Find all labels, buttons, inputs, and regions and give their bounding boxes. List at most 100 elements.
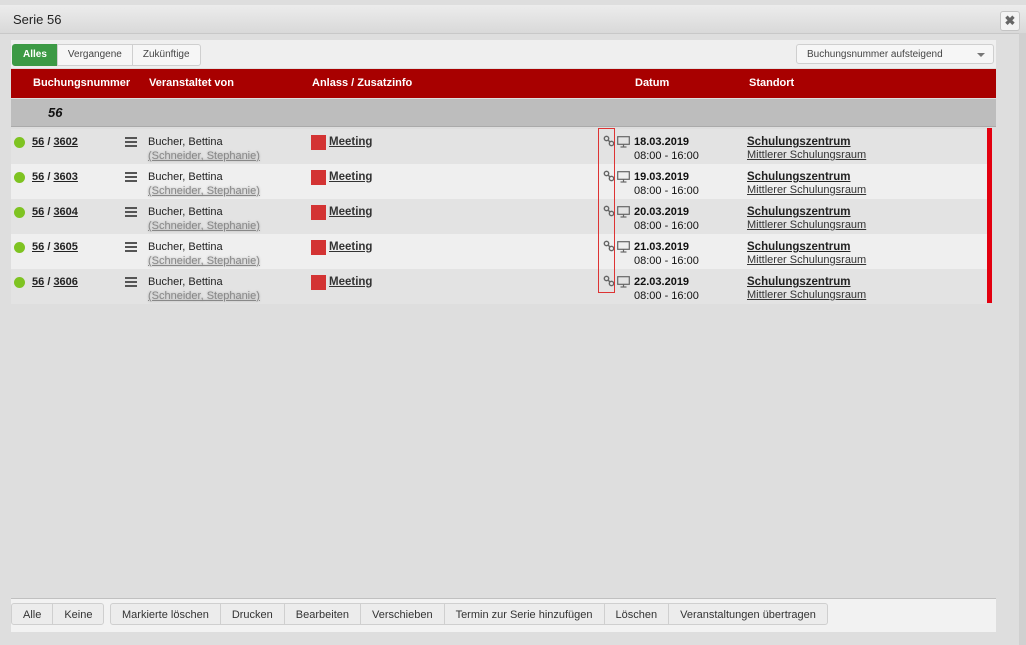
event-date: 19.03.2019 [634,171,690,183]
organizer-substitute[interactable]: (Schneider, Stephanie) [148,290,260,302]
occasion-link[interactable]: Meeting [329,206,372,218]
location-cell: Schulungszentrum Mittlerer Schulungsraum [747,136,866,161]
column-header-buchungsnummer[interactable]: Buchungsnummer [33,77,130,89]
room-link[interactable]: Mittlerer Schulungsraum [747,184,866,196]
hamburger-icon[interactable] [125,242,137,252]
transfer-events-button[interactable]: Veranstaltungen übertragen [668,603,828,625]
hamburger-icon[interactable] [125,172,137,182]
column-header-veranstaltet[interactable]: Veranstaltet von [149,77,234,89]
select-all-button[interactable]: Alle [11,603,54,625]
booking-id-link[interactable]: 3602 [53,136,77,148]
tab-alles[interactable]: Alles [12,44,58,66]
occasion-link[interactable]: Meeting [329,136,372,148]
delete-marked-button[interactable]: Markierte löschen [110,603,221,625]
room-link[interactable]: Mittlerer Schulungsraum [747,289,866,301]
column-header-datum[interactable]: Datum [635,77,669,89]
event-time: 08:00 - 16:00 [634,185,699,197]
table-row[interactable]: 56 / 3602 Bucher, Bettina (Schneider, Ste… [11,129,987,164]
location-cell: Schulungszentrum Mittlerer Schulungsraum [747,276,866,301]
occasion-link[interactable]: Meeting [329,171,372,183]
status-dot-icon [14,277,25,288]
monitor-icon [617,241,630,253]
sort-select-value: Buchungsnummer aufsteigend [807,49,943,60]
series-link-highlight [598,128,615,293]
date-cell: 22.03.2019 08:00 - 16:00 [634,276,699,302]
location-cell: Schulungszentrum Mittlerer Schulungsraum [747,241,866,266]
booking-separator: / [47,171,51,183]
status-dot-icon [14,207,25,218]
tab-vergangene[interactable]: Vergangene [56,44,133,66]
table-header: Buchungsnummer Veranstaltet von Anlass /… [11,69,996,98]
scrollbar[interactable] [1019,33,1026,645]
dialog-titlebar: Serie 56 ✖ [0,5,1026,34]
location-link[interactable]: Schulungszentrum [747,171,866,183]
occasion-link[interactable]: Meeting [329,276,372,288]
select-none-button[interactable]: Keine [52,603,105,625]
filter-bar: Alles Vergangene Zukünftige Buchungsnumm… [11,40,996,68]
table-row[interactable]: 56 / 3603 Bucher, Bettina (Schneider, Ste… [11,164,987,199]
monitor-icon [617,171,630,183]
table-row[interactable]: 56 / 3606 Bucher, Bettina (Schneider, Ste… [11,269,987,304]
booking-id-link[interactable]: 3605 [53,241,77,253]
column-header-standort[interactable]: Standort [749,77,794,89]
print-button[interactable]: Drucken [219,603,285,625]
location-link[interactable]: Schulungszentrum [747,136,866,148]
organizer-substitute[interactable]: (Schneider, Stephanie) [148,255,260,267]
edit-button[interactable]: Bearbeiten [283,603,362,625]
organizer: Bucher, Bettina (Schneider, Stephanie) [148,206,260,232]
location-link[interactable]: Schulungszentrum [747,276,866,288]
series-number-link[interactable]: 56 [32,136,44,148]
event-time: 08:00 - 16:00 [634,290,699,302]
series-number-link[interactable]: 56 [32,241,44,253]
booking-separator: / [47,241,51,253]
status-dot-icon [14,137,25,148]
event-color-swatch [311,240,326,255]
monitor-icon [617,276,630,288]
date-cell: 21.03.2019 08:00 - 16:00 [634,241,699,267]
booking-id-link[interactable]: 3604 [53,206,77,218]
delete-button[interactable]: Löschen [603,603,670,625]
event-color-swatch [311,275,326,290]
booking-id-link[interactable]: 3606 [53,276,77,288]
organizer-substitute[interactable]: (Schneider, Stephanie) [148,220,260,232]
organizer-substitute[interactable]: (Schneider, Stephanie) [148,185,260,197]
hamburger-icon[interactable] [125,277,137,287]
group-label: 56 [48,105,63,120]
room-link[interactable]: Mittlerer Schulungsraum [747,149,866,161]
location-link[interactable]: Schulungszentrum [747,206,866,218]
status-dot-icon [14,172,25,183]
group-row: 56 [11,99,996,127]
column-header-anlass[interactable]: Anlass / Zusatzinfo [312,77,412,89]
table-row[interactable]: 56 / 3604 Bucher, Bettina (Schneider, Ste… [11,199,987,234]
booking-id-link[interactable]: 3603 [53,171,77,183]
booking-number: 56 / 3606 [32,276,78,288]
hamburger-icon[interactable] [125,137,137,147]
dialog-title: Serie 56 [13,12,62,27]
table-row[interactable]: 56 / 3605 Bucher, Bettina (Schneider, Ste… [11,234,987,269]
tab-zukuenftige[interactable]: Zukünftige [131,44,201,66]
location-cell: Schulungszentrum Mittlerer Schulungsraum [747,206,866,231]
add-appointment-button[interactable]: Termin zur Serie hinzufügen [443,603,605,625]
series-number-link[interactable]: 56 [32,276,44,288]
occasion-link[interactable]: Meeting [329,241,372,253]
chevron-down-icon [977,53,985,57]
series-number-link[interactable]: 56 [32,206,44,218]
date-cell: 19.03.2019 08:00 - 16:00 [634,171,699,197]
organizer-substitute[interactable]: (Schneider, Stephanie) [148,150,260,162]
room-link[interactable]: Mittlerer Schulungsraum [747,219,866,231]
series-number-link[interactable]: 56 [32,171,44,183]
move-button[interactable]: Verschieben [360,603,445,625]
close-icon[interactable]: ✖ [1000,11,1020,31]
hamburger-icon[interactable] [125,207,137,217]
event-color-swatch [311,170,326,185]
room-link[interactable]: Mittlerer Schulungsraum [747,254,866,266]
event-time: 08:00 - 16:00 [634,150,699,162]
event-time: 08:00 - 16:00 [634,220,699,232]
sort-select[interactable]: Buchungsnummer aufsteigend [796,44,994,64]
event-color-swatch [311,205,326,220]
event-time: 08:00 - 16:00 [634,255,699,267]
action-buttons: Markierte löschen Drucken Bearbeiten Ver… [110,603,828,625]
date-cell: 18.03.2019 08:00 - 16:00 [634,136,699,162]
booking-separator: / [47,206,51,218]
location-link[interactable]: Schulungszentrum [747,241,866,253]
